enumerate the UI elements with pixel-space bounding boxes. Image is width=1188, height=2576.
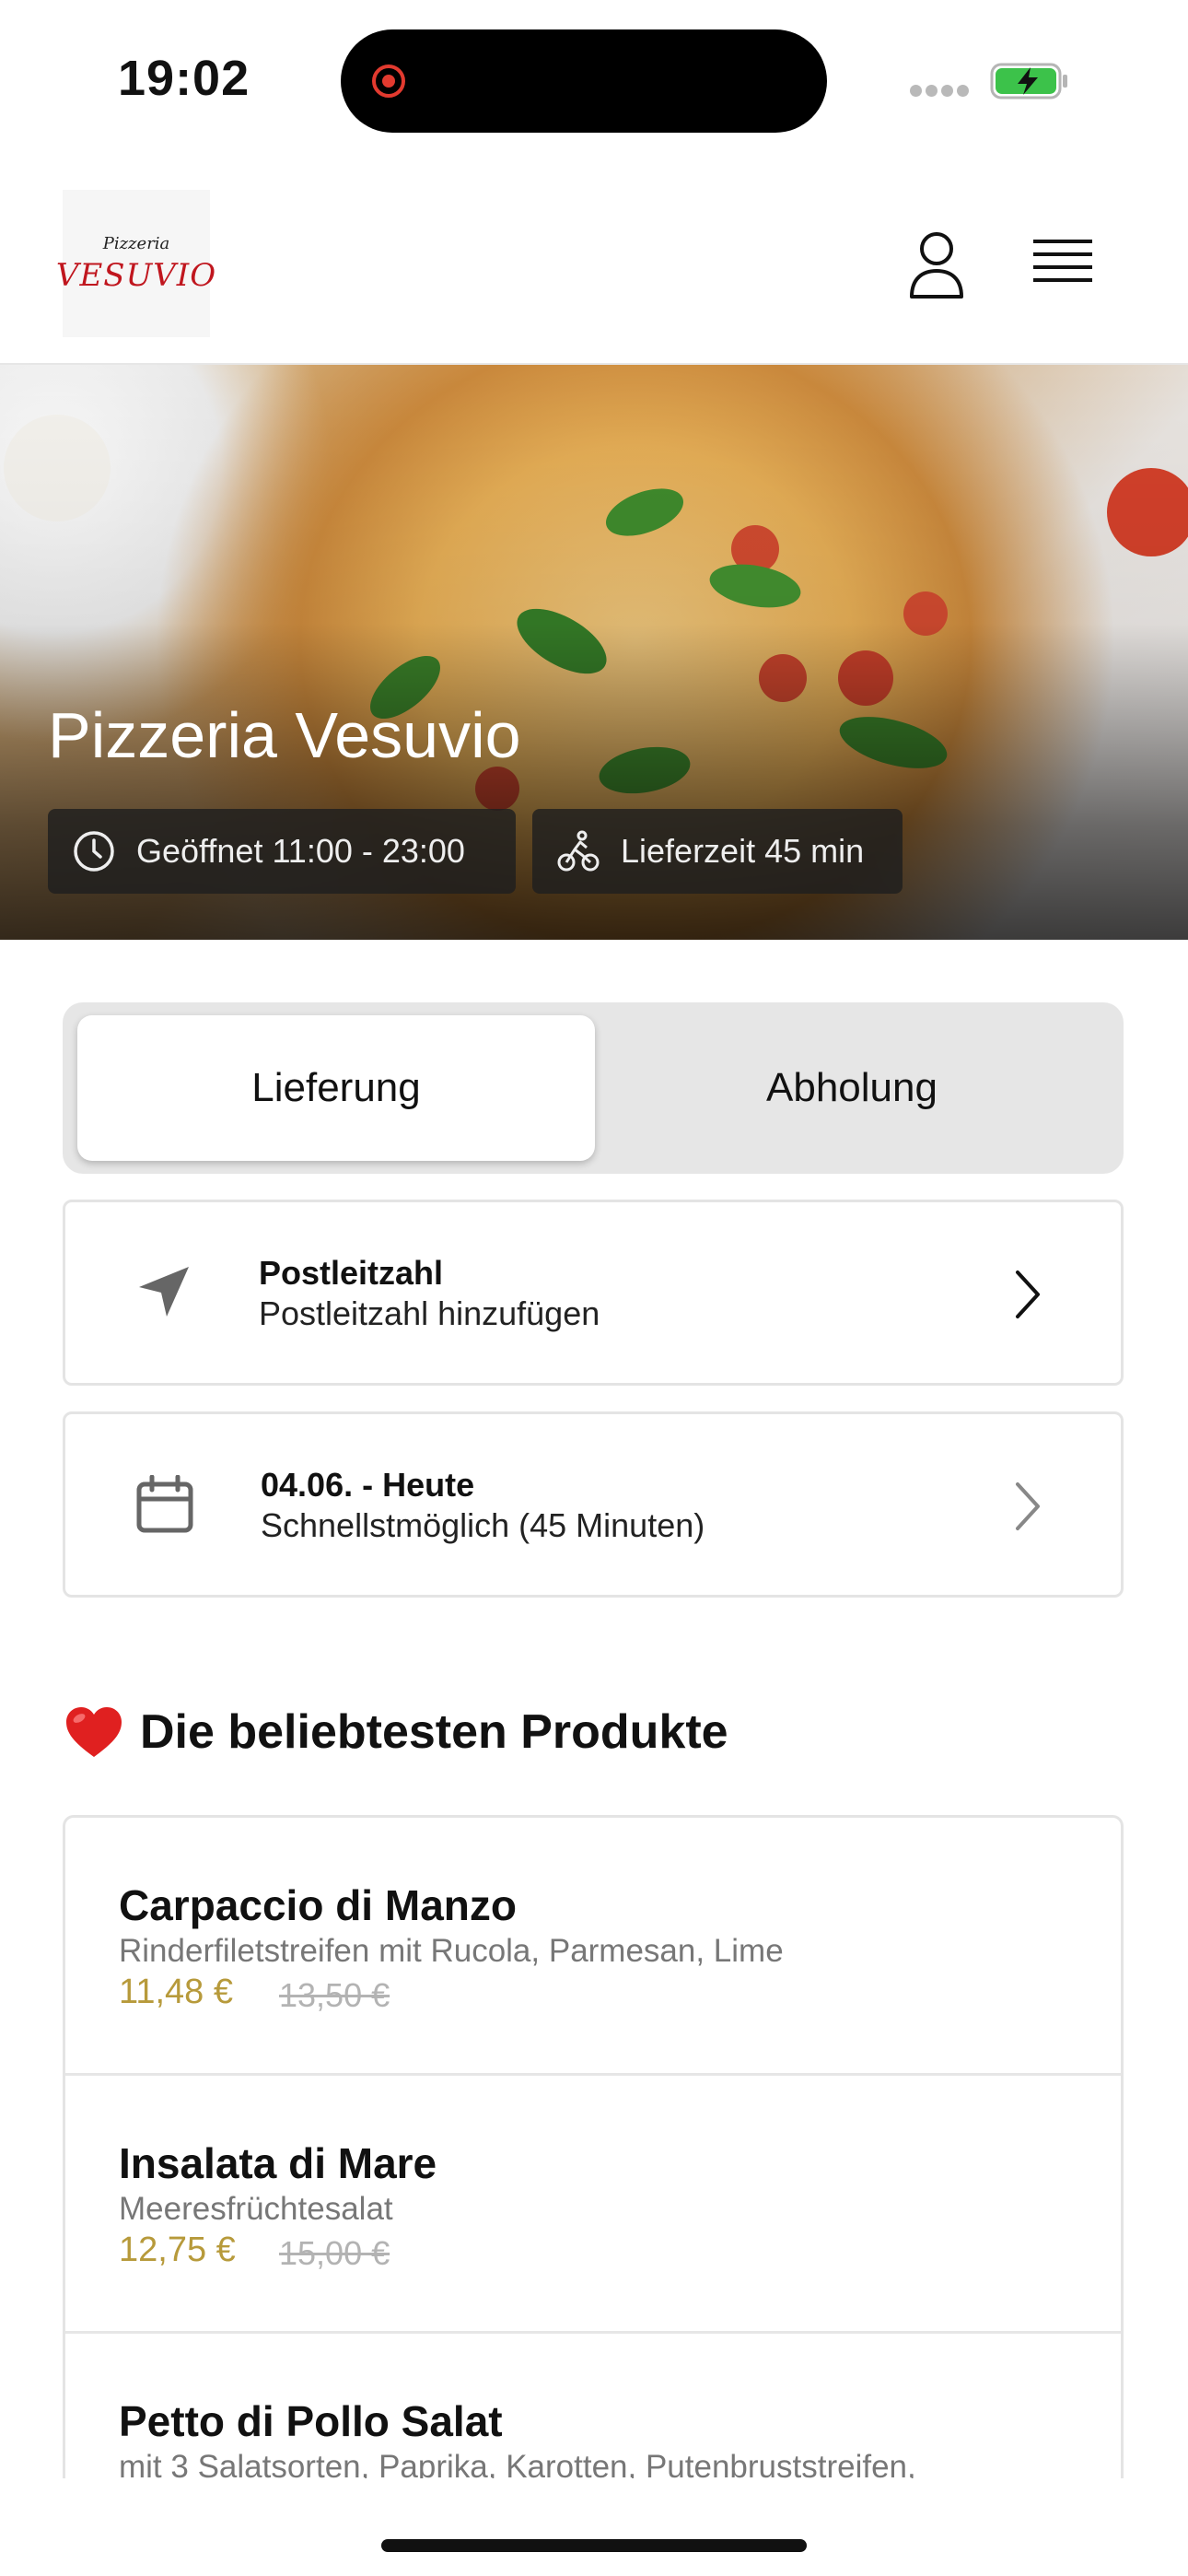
- opening-hours-badge: Geöffnet 11:00 - 23:00: [48, 809, 516, 894]
- popular-products-heading: Die beliebtesten Produkte: [64, 1704, 728, 1760]
- dynamic-island: [341, 29, 827, 133]
- product-item[interactable]: Petto di Pollo Salat mit 3 Salatsorten, …: [65, 2334, 1121, 2478]
- product-price: 12,75 €: [119, 2231, 236, 2269]
- popular-products-title: Die beliebtesten Produkte: [140, 1705, 728, 1759]
- menu-icon[interactable]: [1031, 236, 1094, 293]
- calendar-icon: [136, 1475, 193, 1533]
- app-header: Pizzeria VESUVIO: [0, 157, 1188, 365]
- delivery-time-badge: Lieferzeit 45 min: [532, 809, 903, 894]
- postal-code-selector[interactable]: Postleitzahl Postleitzahl hinzufügen: [63, 1200, 1124, 1386]
- product-description: Rinderfiletstreifen mit Rucola, Parmesan…: [119, 1933, 784, 1969]
- tab-abholung[interactable]: Abholung: [593, 1015, 1111, 1161]
- restaurant-logo[interactable]: Pizzeria VESUVIO: [56, 190, 215, 337]
- delivery-date-title: 04.06. - Heute: [261, 1466, 475, 1504]
- product-price: 11,48 €: [119, 1973, 233, 2011]
- product-name: Petto di Pollo Salat: [119, 2397, 503, 2445]
- tab-lieferung[interactable]: Lieferung: [77, 1015, 595, 1161]
- user-icon[interactable]: [906, 230, 967, 300]
- heart-icon: [66, 1707, 122, 1757]
- order-type-toggle: Lieferung Abholung: [63, 1002, 1124, 1174]
- product-description: Meeresfrüchtesalat: [119, 2191, 393, 2227]
- postal-code-subtitle: Postleitzahl hinzufügen: [259, 1294, 600, 1332]
- product-name: Carpaccio di Manzo: [119, 1881, 517, 1929]
- home-indicator: [381, 2539, 807, 2552]
- delivery-date-subtitle: Schnellstmöglich (45 Minuten): [261, 1506, 705, 1544]
- chevron-right-icon: [1016, 1270, 1040, 1318]
- product-name: Insalata di Mare: [119, 2139, 437, 2187]
- recording-indicator-icon: [372, 64, 405, 98]
- product-item[interactable]: Insalata di Mare Meeresfrüchtesalat 12,7…: [65, 2076, 1121, 2334]
- postal-code-title: Postleitzahl: [259, 1254, 444, 1292]
- delivery-time-text: Lieferzeit 45 min: [621, 832, 865, 870]
- status-time: 19:02: [118, 51, 250, 106]
- signal-icon: [910, 85, 973, 101]
- product-old-price: 13,50 €: [279, 1976, 390, 2014]
- chevron-right-icon: [1016, 1482, 1040, 1530]
- bike-icon: [557, 830, 600, 872]
- location-arrow-icon: [139, 1267, 189, 1317]
- hero-banner: Pizzeria Vesuvio Geöffnet 11:00 - 23:00 …: [0, 365, 1188, 940]
- status-bar: 19:02: [0, 0, 1188, 157]
- product-old-price: 15,00 €: [279, 2234, 390, 2272]
- restaurant-name: Pizzeria Vesuvio: [48, 699, 521, 771]
- product-item[interactable]: Carpaccio di Manzo Rinderfiletstreifen m…: [65, 1818, 1121, 2076]
- opening-hours-text: Geöffnet 11:00 - 23:00: [136, 832, 465, 870]
- logo-line-2: VESUVIO: [55, 256, 217, 294]
- logo-line-1: Pizzeria: [102, 233, 170, 253]
- product-description: mit 3 Salatsorten, Paprika, Karotten, Pu…: [119, 2449, 916, 2478]
- product-list: Carpaccio di Manzo Rinderfiletstreifen m…: [63, 1815, 1124, 2478]
- delivery-date-selector[interactable]: 04.06. - Heute Schnellstmöglich (45 Minu…: [63, 1411, 1124, 1598]
- clock-icon: [74, 831, 114, 872]
- battery-icon: [990, 63, 1067, 100]
